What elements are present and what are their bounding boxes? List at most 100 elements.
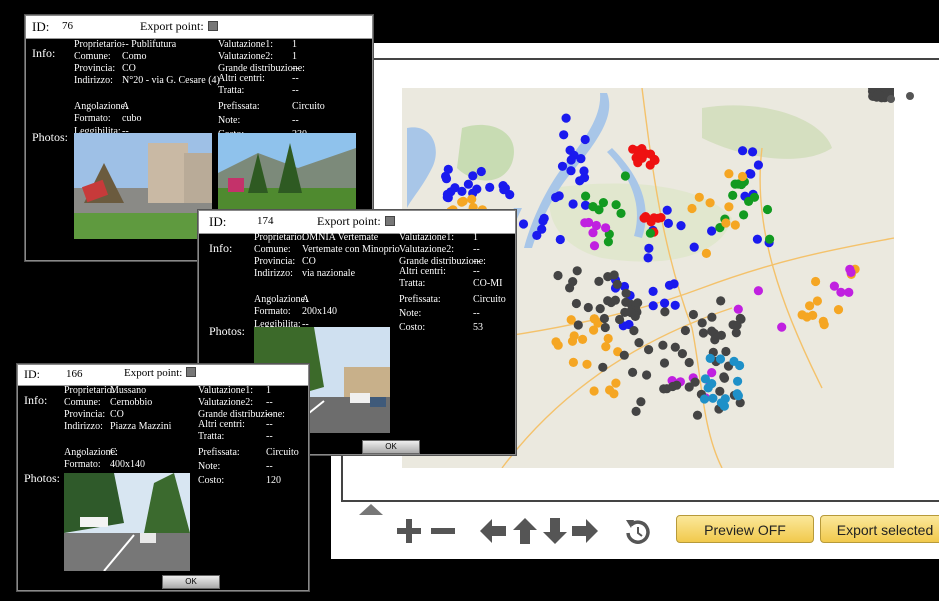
- map-marker[interactable]: [485, 182, 495, 192]
- map-marker[interactable]: [818, 316, 828, 326]
- map-marker[interactable]: [568, 199, 578, 209]
- map-marker[interactable]: [728, 190, 738, 200]
- map-marker[interactable]: [737, 171, 748, 182]
- map-marker[interactable]: [707, 379, 717, 389]
- map-marker[interactable]: [621, 297, 631, 307]
- map-marker[interactable]: [670, 300, 680, 310]
- map-marker[interactable]: [619, 350, 629, 360]
- map-marker[interactable]: [735, 360, 745, 371]
- map-marker[interactable]: [588, 228, 598, 238]
- map-marker[interactable]: [605, 385, 615, 395]
- map-marker[interactable]: [721, 218, 731, 228]
- map-marker[interactable]: [716, 330, 726, 340]
- map-marker[interactable]: [687, 203, 697, 214]
- map-marker[interactable]: [692, 410, 703, 420]
- map-marker[interactable]: [631, 406, 641, 416]
- arrow-right-icon[interactable]: [571, 517, 599, 545]
- map-marker[interactable]: [518, 219, 529, 229]
- map-marker[interactable]: [645, 228, 655, 238]
- map-marker[interactable]: [603, 237, 613, 247]
- map-marker[interactable]: [639, 213, 649, 223]
- map-marker[interactable]: [603, 296, 613, 306]
- map-marker[interactable]: [472, 184, 482, 194]
- map-marker[interactable]: [660, 307, 670, 317]
- map-marker[interactable]: [620, 307, 630, 317]
- map-marker[interactable]: [744, 196, 754, 206]
- map-marker[interactable]: [721, 346, 731, 357]
- map-marker[interactable]: [571, 298, 581, 309]
- map-marker[interactable]: [583, 302, 593, 313]
- map-marker[interactable]: [762, 204, 773, 215]
- map-marker[interactable]: [611, 378, 621, 388]
- map-marker[interactable]: [636, 397, 646, 407]
- map-marker[interactable]: [707, 312, 717, 322]
- map-marker[interactable]: [670, 342, 680, 352]
- map-marker[interactable]: [829, 281, 839, 291]
- map-marker[interactable]: [765, 234, 775, 244]
- arrow-left-icon[interactable]: [479, 517, 507, 545]
- map-marker[interactable]: [557, 161, 568, 171]
- map-marker[interactable]: [676, 221, 686, 231]
- map-marker[interactable]: [566, 155, 576, 165]
- map-marker[interactable]: [812, 296, 822, 306]
- map-marker[interactable]: [589, 386, 599, 396]
- map-marker[interactable]: [441, 174, 452, 184]
- map-marker[interactable]: [568, 277, 578, 287]
- export-selected-button[interactable]: Export selected: [820, 515, 939, 543]
- map-marker[interactable]: [628, 367, 638, 377]
- ok-button[interactable]: OK: [162, 575, 220, 589]
- map-marker[interactable]: [689, 242, 699, 252]
- map-marker[interactable]: [643, 253, 653, 263]
- map-marker[interactable]: [653, 213, 663, 223]
- map-marker[interactable]: [457, 197, 467, 207]
- ok-button[interactable]: OK: [362, 440, 420, 454]
- map-marker[interactable]: [582, 359, 592, 369]
- map-marker[interactable]: [680, 325, 690, 336]
- map-marker[interactable]: [589, 314, 599, 324]
- map-marker[interactable]: [887, 95, 895, 103]
- map-marker[interactable]: [580, 134, 590, 145]
- map-marker[interactable]: [598, 198, 608, 208]
- checkbox-icon[interactable]: [384, 216, 395, 226]
- map-marker[interactable]: [719, 372, 729, 382]
- map-marker[interactable]: [716, 296, 726, 306]
- map-marker[interactable]: [601, 223, 611, 233]
- map-marker[interactable]: [573, 320, 583, 330]
- map-marker[interactable]: [580, 218, 590, 228]
- map-marker[interactable]: [748, 147, 758, 157]
- map-marker[interactable]: [730, 220, 740, 230]
- map-marker[interactable]: [578, 334, 588, 344]
- map-marker[interactable]: [797, 310, 807, 320]
- map-marker[interactable]: [612, 279, 622, 289]
- map-marker[interactable]: [616, 208, 626, 218]
- plus-icon[interactable]: [395, 517, 423, 545]
- map-marker[interactable]: [698, 328, 708, 338]
- map-marker[interactable]: [811, 276, 821, 287]
- checkbox-icon[interactable]: [186, 367, 197, 377]
- map-marker[interactable]: [599, 313, 609, 324]
- map-marker[interactable]: [629, 326, 639, 336]
- map-marker[interactable]: [906, 92, 914, 100]
- map-marker[interactable]: [553, 270, 563, 281]
- map-marker[interactable]: [753, 286, 763, 296]
- map-marker[interactable]: [658, 340, 668, 350]
- map-marker[interactable]: [663, 218, 673, 228]
- map-marker[interactable]: [555, 234, 565, 245]
- minus-icon[interactable]: [429, 517, 457, 545]
- map-marker[interactable]: [603, 333, 613, 344]
- map-marker[interactable]: [707, 326, 717, 336]
- map-marker[interactable]: [644, 243, 654, 253]
- map-marker[interactable]: [752, 234, 762, 244]
- map-marker[interactable]: [694, 192, 704, 202]
- map-marker[interactable]: [532, 230, 542, 240]
- map-marker[interactable]: [708, 393, 718, 403]
- map-marker[interactable]: [551, 337, 561, 347]
- map-marker[interactable]: [572, 266, 582, 276]
- map-marker[interactable]: [777, 322, 787, 332]
- map-marker[interactable]: [594, 276, 604, 286]
- map-marker[interactable]: [561, 113, 571, 123]
- map-marker[interactable]: [733, 376, 743, 386]
- map-marker[interactable]: [844, 287, 854, 297]
- map-marker[interactable]: [659, 384, 669, 394]
- map-marker[interactable]: [672, 380, 682, 390]
